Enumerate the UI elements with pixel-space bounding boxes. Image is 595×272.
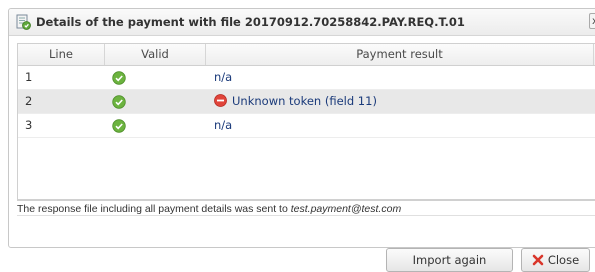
title-close-button[interactable]: x [589,13,595,29]
grid-header: Line Valid Payment result [18,44,595,66]
import-again-label: Import again [412,253,487,267]
payment-details-dialog: Details of the payment with file 2017091… [8,8,595,248]
row-payment-result-cell: Unknown token (field 11) [214,90,377,113]
close-label: Close [547,253,580,267]
payment-results-grid: Line Valid Payment result 1 n/a 2 Unknow… [17,43,595,200]
response-file-note: The response file including all payment … [17,200,595,216]
row-payment-result: n/a [214,118,233,132]
dialog-title: Details of the payment with file 2017091… [36,15,465,29]
column-header-valid[interactable]: Valid [105,44,206,65]
row-payment-result: n/a [214,70,233,84]
close-button[interactable]: Close [521,248,590,272]
column-header-line[interactable]: Line [18,44,105,65]
response-note-text: The response file including all payment … [17,203,291,215]
recipient-email: test.payment@test.com [290,203,402,215]
column-header-payment-result[interactable]: Payment result [206,44,594,65]
row-line-number: 1 [25,70,33,84]
import-again-button[interactable]: Import again [386,248,513,272]
table-row[interactable]: 1 n/a [18,66,595,90]
row-payment-result: Unknown token (field 11) [232,94,377,108]
table-row[interactable]: 3 n/a [18,114,595,138]
dialog-title-bar: Details of the payment with file 2017091… [9,9,595,36]
row-line-number: 2 [25,94,33,108]
check-circle-icon [112,119,126,133]
close-icon [532,254,544,266]
row-line-number: 3 [25,118,33,132]
table-row[interactable]: 2 Unknown token (field 11) [18,90,595,114]
check-circle-icon [112,95,126,109]
check-circle-icon [112,71,126,85]
error-circle-icon [214,94,227,107]
payment-file-icon [16,14,31,30]
